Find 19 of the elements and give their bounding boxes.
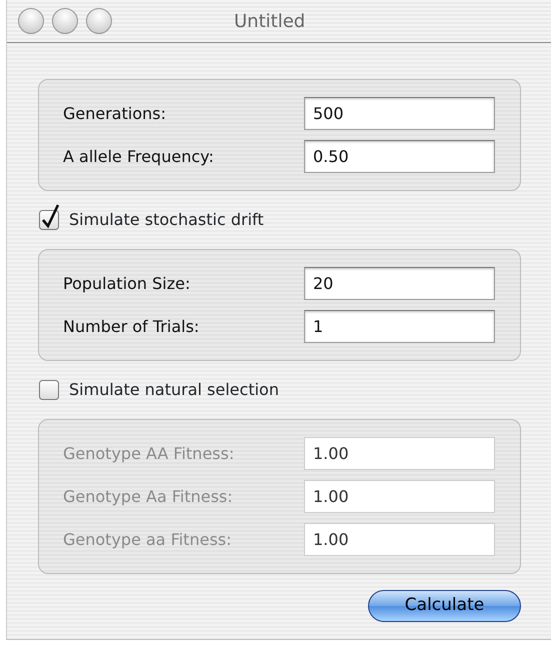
field-label: Genotype Aa Fitness:	[63, 486, 234, 508]
checkbox-label[interactable]: Simulate stochastic drift	[69, 208, 264, 232]
close-button[interactable]	[18, 8, 44, 34]
input-field[interactable]: 1	[304, 310, 495, 343]
field-label: Number of Trials:	[63, 316, 200, 338]
input-field[interactable]: 20	[304, 267, 495, 300]
field-label: Generations:	[63, 102, 167, 124]
input-field[interactable]: 500	[304, 97, 495, 130]
calculate-button[interactable]: Calculate	[368, 590, 521, 622]
field-label: Genotype aa Fitness:	[63, 528, 232, 550]
field-label: A allele Frequency:	[63, 146, 215, 168]
checkbox-label[interactable]: Simulate natural selection	[69, 378, 279, 402]
field-label: Genotype AA Fitness:	[63, 442, 236, 464]
field-label: Population Size:	[63, 272, 192, 294]
zoom-button[interactable]	[86, 8, 112, 34]
checkbox[interactable]	[39, 203, 61, 230]
minimize-button[interactable]	[52, 8, 78, 34]
window-title: Untitled	[234, 10, 306, 34]
input-field[interactable]: 0.50	[304, 140, 495, 173]
